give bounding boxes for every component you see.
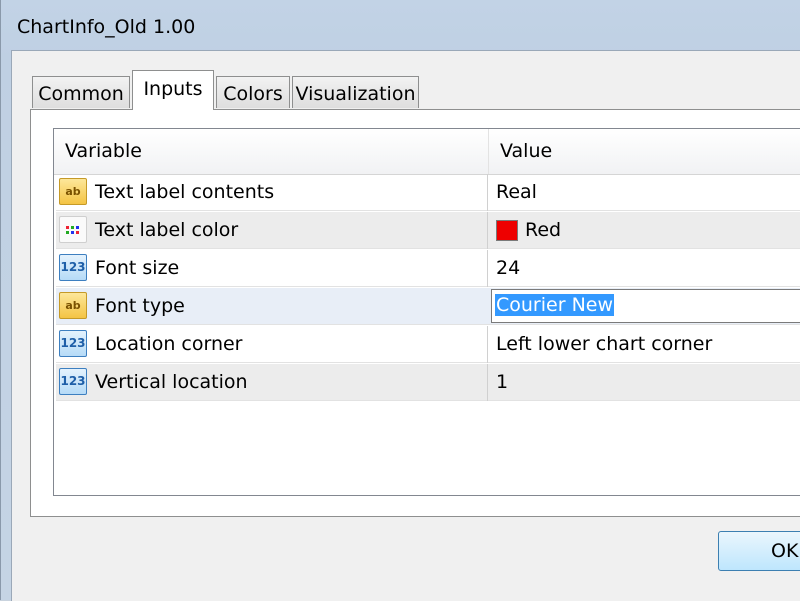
value-edit-field[interactable]: Courier New [491,289,800,323]
string-type-icon: ab [59,292,87,319]
variable-value[interactable]: Red [525,219,561,241]
tab-colors[interactable]: Colors [216,76,290,108]
variable-name: Text label color [95,219,239,241]
variable-value[interactable]: Real [496,181,537,203]
column-header-value[interactable]: Value [500,140,552,162]
column-divider[interactable] [488,129,489,174]
cell-divider [487,174,488,211]
ok-button[interactable]: OK [718,531,800,571]
tab-inputs[interactable]: Inputs [132,70,214,110]
column-header-variable[interactable]: Variable [65,140,142,162]
variable-name: Vertical location [95,371,248,393]
string-type-icon: ab [59,178,87,205]
inputs-grid: Variable Value ab Text label contents Re… [53,128,800,496]
table-row[interactable]: 123 Location corner Left lower chart cor… [56,326,800,363]
variable-name: Text label contents [95,181,275,203]
window-title: ChartInfo_Old 1.00 [17,16,196,38]
cell-divider [487,212,488,249]
integer-type-icon: 123 [59,330,87,357]
cell-divider [487,326,488,363]
color-swatch[interactable] [496,220,518,241]
color-type-icon [59,216,87,243]
grid-header: Variable Value [54,129,800,175]
inputs-panel: Variable Value ab Text label contents Re… [30,109,800,517]
variable-value[interactable]: 24 [496,257,520,279]
cell-divider [487,364,488,401]
integer-type-icon: 123 [59,368,87,395]
table-row[interactable]: ab Text label contents Real [56,174,800,211]
dialog-window: ChartInfo_Old 1.00 Common Inputs Colors … [0,0,800,601]
integer-type-icon: 123 [59,254,87,281]
variable-name: Font type [95,295,185,317]
table-row-selected[interactable]: ab Font type Courier New [56,288,800,325]
title-bar[interactable]: ChartInfo_Old 1.00 [1,0,800,50]
dialog-body: Common Inputs Colors Visualization Varia… [11,50,800,601]
variable-name: Font size [95,257,180,279]
tab-visualization[interactable]: Visualization [292,76,419,108]
table-row[interactable]: Text label color Red [56,212,800,249]
variable-value[interactable]: 1 [496,371,508,393]
selected-text: Courier New [495,294,615,316]
table-row[interactable]: 123 Font size 24 [56,250,800,287]
variable-name: Location corner [95,333,243,355]
cell-divider [487,250,488,287]
tab-common[interactable]: Common [32,76,130,108]
variable-value[interactable]: Left lower chart corner [496,333,712,355]
table-row[interactable]: 123 Vertical location 1 [56,364,800,401]
